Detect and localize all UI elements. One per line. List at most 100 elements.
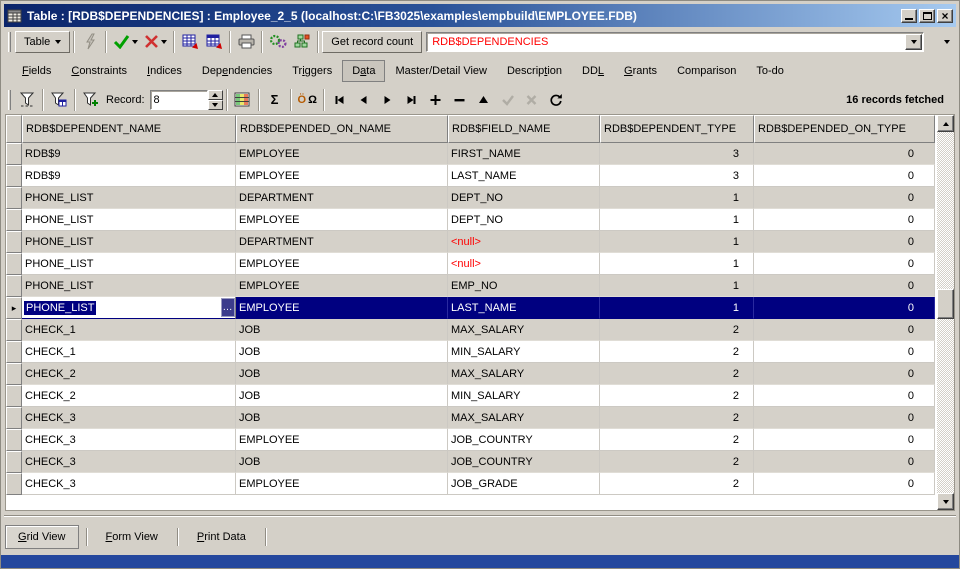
grid-cell[interactable]: JOB — [236, 451, 448, 473]
grid-cell[interactable]: EMPLOYEE — [236, 297, 448, 319]
row-indicator[interactable] — [6, 385, 22, 407]
grid-cell[interactable]: 0 — [754, 407, 935, 429]
grid-cell[interactable]: JOB_COUNTRY — [448, 429, 600, 451]
row-indicator[interactable] — [6, 473, 22, 495]
grid-cell[interactable]: EMPLOYEE — [236, 429, 448, 451]
grid-cell[interactable]: 0 — [754, 165, 935, 187]
row-indicator[interactable] — [6, 253, 22, 275]
grid-cell[interactable]: EMPLOYEE — [236, 165, 448, 187]
grid-cell[interactable]: EMPLOYEE — [236, 275, 448, 297]
grid-cell[interactable]: <null> — [448, 253, 600, 275]
grid-cell[interactable]: EMPLOYEE — [236, 209, 448, 231]
spin-up-button[interactable] — [207, 89, 223, 100]
open-data-grid-button[interactable] — [178, 30, 202, 54]
row-indicator[interactable] — [6, 275, 22, 297]
column-header-rdb-field-name[interactable]: RDB$FIELD_NAME — [448, 115, 600, 143]
options-gears-button[interactable] — [266, 30, 290, 54]
object-selector-combobox[interactable]: RDB$DEPENDENCIES — [426, 31, 924, 52]
rollback-button[interactable] — [141, 30, 170, 54]
grid-cell[interactable]: DEPT_NO — [448, 187, 600, 209]
grid-cell[interactable]: PHONE_LIST — [22, 209, 236, 231]
column-header-rdb-depended-on-name[interactable]: RDB$DEPENDED_ON_NAME — [236, 115, 448, 143]
toolbar-grip[interactable] — [8, 89, 11, 110]
grid-cell[interactable]: EMP_NO — [448, 275, 600, 297]
nav-delete-button[interactable] — [448, 88, 472, 112]
grid-cell[interactable]: 0 — [754, 451, 935, 473]
combo-dropdown-button[interactable] — [905, 33, 922, 50]
grid-cell[interactable]: JOB — [236, 385, 448, 407]
grid-cell[interactable]: 2 — [600, 363, 754, 385]
tab-constraints[interactable]: Constraints — [61, 60, 137, 82]
record-number-input[interactable] — [149, 89, 208, 110]
tab-data[interactable]: Data — [342, 59, 386, 82]
nav-refresh-button[interactable] — [544, 88, 568, 112]
grid-cell[interactable]: JOB — [236, 341, 448, 363]
grid-cell[interactable]: RDB$9 — [22, 143, 236, 165]
view-tab-form-view[interactable]: Form View — [94, 526, 170, 548]
tab-ddl[interactable]: DDL — [572, 60, 614, 82]
grid-cell[interactable]: 0 — [754, 143, 935, 165]
scrollbar-thumb[interactable] — [937, 289, 954, 319]
nav-first-button[interactable] — [328, 88, 352, 112]
vertical-scrollbar[interactable] — [937, 115, 954, 510]
row-indicator[interactable] — [6, 187, 22, 209]
grid-cell[interactable]: LAST_NAME — [448, 165, 600, 187]
grid-cell[interactable]: CHECK_3 — [22, 407, 236, 429]
row-indicator[interactable] — [6, 341, 22, 363]
grid-cell[interactable]: 2 — [600, 473, 754, 495]
toolbar-overflow-button[interactable] — [940, 39, 954, 44]
tab-indices[interactable]: Indices — [137, 60, 192, 82]
grid-cell[interactable]: 0 — [754, 253, 935, 275]
print-button[interactable] — [234, 30, 258, 54]
open-data-grid-alt-button[interactable] — [202, 30, 226, 54]
grid-cell[interactable]: DEPT_NO — [448, 209, 600, 231]
row-indicator[interactable] — [6, 143, 22, 165]
grid-cell[interactable]: MAX_SALARY — [448, 363, 600, 385]
grid-cell[interactable]: 2 — [600, 429, 754, 451]
view-tab-print-data[interactable]: Print Data — [185, 526, 258, 548]
grid-cell[interactable]: CHECK_1 — [22, 319, 236, 341]
scroll-up-button[interactable] — [937, 115, 954, 132]
nav-post-button[interactable] — [496, 88, 520, 112]
grid-cell[interactable]: 1 — [600, 231, 754, 253]
grid-cell[interactable]: EMPLOYEE — [236, 473, 448, 495]
grid-cell[interactable]: 2 — [600, 451, 754, 473]
nav-last-button[interactable] — [400, 88, 424, 112]
grid-cell[interactable]: MAX_SALARY — [448, 319, 600, 341]
tab-fields[interactable]: Fields — [12, 60, 61, 82]
row-indicator[interactable] — [6, 451, 22, 473]
grid-cell[interactable]: PHONE_LIST — [22, 253, 236, 275]
grid-cell[interactable]: 0 — [754, 363, 935, 385]
grid-cell[interactable]: 0 — [754, 231, 935, 253]
grid-cell[interactable]: EMPLOYEE — [236, 143, 448, 165]
grid-cell[interactable]: CHECK_3 — [22, 451, 236, 473]
nav-insert-button[interactable] — [424, 88, 448, 112]
scroll-down-button[interactable] — [937, 493, 954, 510]
grid-cell[interactable]: 1 — [600, 209, 754, 231]
grid-options-button[interactable] — [231, 88, 255, 112]
spin-down-button[interactable] — [207, 99, 223, 110]
nav-cancel-button[interactable] — [520, 88, 544, 112]
maximize-button[interactable] — [919, 8, 935, 23]
tab-to-do[interactable]: To-do — [746, 60, 794, 82]
title-bar[interactable]: Table : [RDB$DEPENDENCIES] : Employee_2_… — [4, 4, 956, 27]
grid-cell[interactable]: JOB_GRADE — [448, 473, 600, 495]
row-indicator[interactable] — [6, 165, 22, 187]
grid-cell[interactable]: 1 — [600, 187, 754, 209]
row-indicator[interactable] — [6, 363, 22, 385]
row-indicator[interactable] — [6, 429, 22, 451]
grid-cell[interactable]: 0 — [754, 341, 935, 363]
grid-cell[interactable]: JOB — [236, 407, 448, 429]
grid-cell[interactable]: CHECK_3 — [22, 473, 236, 495]
transaction-lightning-button[interactable] — [78, 30, 102, 54]
column-header-rdb-dependent-name[interactable]: RDB$DEPENDENT_NAME — [22, 115, 236, 143]
grid-cell[interactable]: 0 — [754, 209, 935, 231]
grid-cell[interactable]: 0 — [754, 275, 935, 297]
filter-button[interactable] — [15, 88, 39, 112]
grid-cell[interactable]: JOB — [236, 319, 448, 341]
grid-cell[interactable]: 2 — [600, 341, 754, 363]
column-header-rdb-depended-on-type[interactable]: RDB$DEPENDED_ON_TYPE — [754, 115, 935, 143]
filter-form-button[interactable] — [47, 88, 71, 112]
tab-grants[interactable]: Grants — [614, 60, 667, 82]
grid-cell[interactable]: JOB_COUNTRY — [448, 451, 600, 473]
